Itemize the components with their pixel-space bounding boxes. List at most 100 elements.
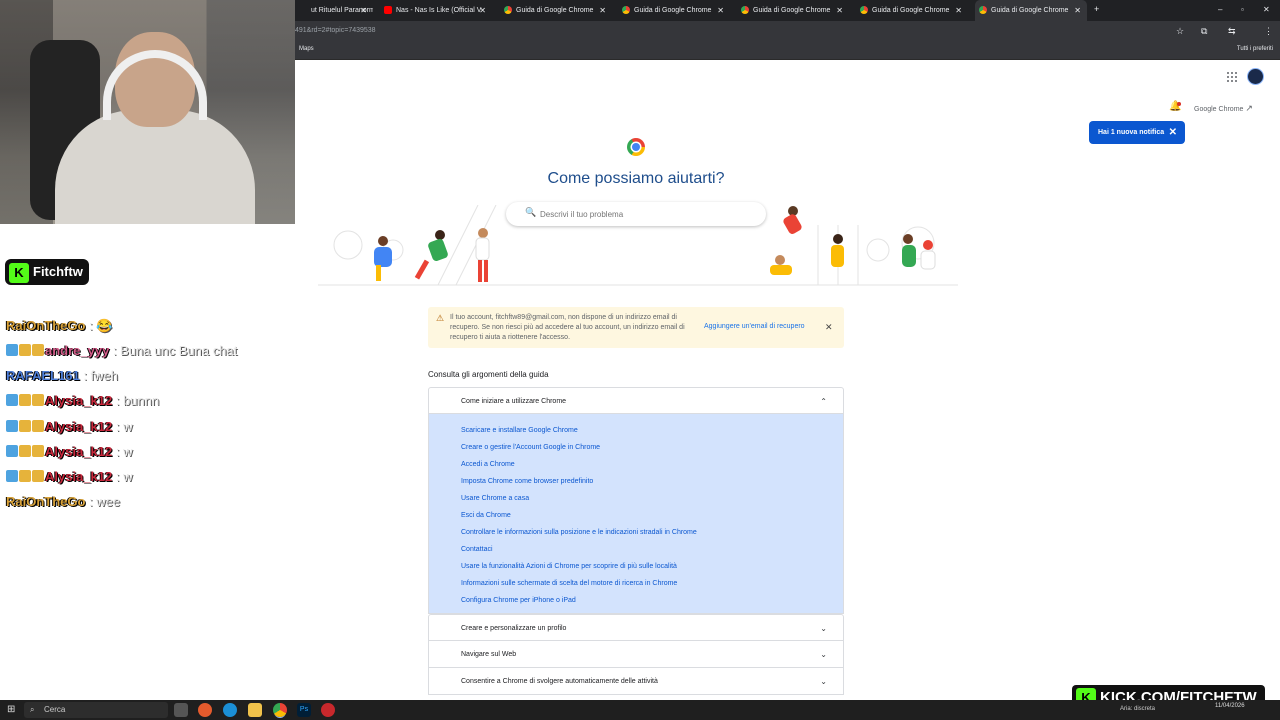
- close-window-icon[interactable]: ✕: [1263, 5, 1270, 14]
- task-view-icon[interactable]: [174, 703, 188, 717]
- chat-badge-icon: [19, 420, 31, 432]
- notification-bell-icon[interactable]: 🔔: [1169, 101, 1181, 113]
- close-tab-icon[interactable]: ✕: [360, 0, 367, 21]
- streamer-name: Fitchftw: [33, 264, 83, 279]
- browser-tab[interactable]: Guida di Google Chrome ✕: [975, 0, 1087, 21]
- chat-badge-icon: [6, 394, 18, 406]
- close-tab-icon[interactable]: ✕: [836, 0, 843, 21]
- chat-badge-icon: [19, 344, 31, 356]
- file-explorer-icon[interactable]: [248, 703, 262, 717]
- chat-username: RAFAEL161: [6, 368, 80, 383]
- apps-grid-icon[interactable]: [1227, 72, 1237, 82]
- extensions-icon[interactable]: ⧉: [1201, 26, 1207, 37]
- google-favicon-icon: [741, 6, 749, 14]
- new-tab-icon[interactable]: +: [1094, 4, 1099, 14]
- chevron-down-icon: ⌄: [820, 624, 827, 633]
- topic-subitem-link[interactable]: Controllare le informazioni sulla posizi…: [429, 524, 843, 541]
- topic-getting-started[interactable]: Come iniziare a utilizzare Chrome ⌃: [428, 387, 844, 414]
- search-icon: ⌕: [30, 705, 35, 714]
- topic-collapsed[interactable]: Creare e personalizzare un profilo ⌄: [428, 614, 844, 641]
- tab-title: Guida di Google Chrome: [753, 7, 831, 14]
- dismiss-alert-icon[interactable]: ✕: [825, 322, 833, 333]
- all-bookmarks[interactable]: Tutti i preferiti: [1237, 46, 1273, 52]
- chat-badge-icon: [32, 470, 44, 482]
- edge-icon[interactable]: [223, 703, 237, 717]
- obs-icon[interactable]: [321, 703, 335, 717]
- browser-tab[interactable]: Guida di Google Chrome ✕: [856, 0, 968, 21]
- chat-badge-icon: [6, 344, 18, 356]
- photoshop-icon[interactable]: Ps: [297, 703, 311, 717]
- chat-username: Alysia_k12: [45, 393, 113, 408]
- chat-username: Alysia_k12: [45, 444, 113, 459]
- address-bar[interactable]: [295, 21, 1280, 41]
- streamer-tag: K Fitchftw: [5, 259, 89, 285]
- chat-message: Alysia_k12 : bunnn: [6, 391, 159, 411]
- tab-search-icon[interactable]: ⇆: [1228, 26, 1236, 37]
- topic-subitem-link[interactable]: Imposta Chrome come browser predefinito: [429, 473, 843, 490]
- close-notification-icon[interactable]: ✕: [1169, 121, 1177, 144]
- chat-message: RAFAEL161 : fweh: [6, 368, 119, 383]
- chat-username: Alysia_k12: [45, 419, 113, 434]
- tab-title: Guida di Google Chrome: [991, 7, 1069, 14]
- page-title: Come possiamo aiutarti?: [547, 170, 725, 187]
- bookmark-maps[interactable]: Maps: [299, 46, 314, 52]
- chat-text: wee: [96, 494, 121, 509]
- google-favicon-icon: [504, 6, 512, 14]
- system-date[interactable]: 11/04/2026: [1215, 703, 1245, 710]
- taskbar: [0, 700, 1280, 720]
- chat-message: Alysia_k12 : w: [6, 417, 132, 437]
- close-tab-icon[interactable]: ✕: [1074, 0, 1081, 21]
- menu-icon[interactable]: ⋮: [1264, 26, 1273, 37]
- kick-logo-icon: K: [9, 262, 29, 283]
- topic-subitem-link[interactable]: Creare o gestire l'Account Google in Chr…: [429, 439, 843, 456]
- product-link[interactable]: Google Chrome ↗: [1194, 103, 1253, 114]
- chat-badge-icon: [6, 445, 18, 457]
- minimize-icon[interactable]: –: [1218, 5, 1222, 14]
- topics-heading: Consulta gli argomenti della guida: [428, 370, 549, 379]
- browser-tab[interactable]: Nas - Nas Is Like (Official V ✕: [380, 0, 492, 21]
- notification-toast[interactable]: Hai 1 nuova notifica ✕: [1089, 121, 1185, 144]
- topic-subitem-link[interactable]: Accedi a Chrome: [429, 456, 843, 473]
- topic-label: Creare e personalizzare un profilo: [461, 625, 567, 632]
- avatar[interactable]: [1247, 68, 1264, 85]
- topic-subitem-link[interactable]: Informazioni sulle schermate di scelta d…: [429, 575, 843, 592]
- topic-collapsed[interactable]: Navigare sul Web ⌄: [428, 641, 844, 668]
- close-tab-icon[interactable]: ✕: [717, 0, 724, 21]
- topic-subitem-link[interactable]: Usare Chrome a casa: [429, 490, 843, 507]
- restore-icon[interactable]: ▫: [1241, 5, 1244, 14]
- firefox-icon[interactable]: [198, 703, 212, 717]
- chat-badge-icon: [19, 470, 31, 482]
- notification-text: Hai 1 nuova notifica: [1098, 129, 1165, 136]
- close-tab-icon[interactable]: ✕: [479, 0, 486, 21]
- add-recovery-email-link[interactable]: Aggiungere un'email di recupero: [704, 323, 805, 330]
- close-tab-icon[interactable]: ✕: [599, 0, 606, 21]
- topic-label: Come iniziare a utilizzare Chrome: [461, 398, 567, 405]
- chrome-taskbar-icon[interactable]: [273, 703, 287, 717]
- taskbar-search[interactable]: ⌕ Cerca: [24, 702, 168, 718]
- browser-tab[interactable]: Guida di Google Chrome ✕: [737, 0, 849, 21]
- tab-title: Guida di Google Chrome: [634, 7, 712, 14]
- topic-subitem-link[interactable]: Configura Chrome per iPhone o iPad: [429, 592, 843, 609]
- windows-start-icon[interactable]: ⊞: [7, 704, 15, 716]
- topic-subitem-link[interactable]: Esci da Chrome: [429, 507, 843, 524]
- url-text[interactable]: 491&rd=2#topic=7439538: [295, 21, 376, 41]
- chat-message: Alysia_k12 : w: [6, 442, 132, 462]
- browser-tab[interactable]: Guida di Google Chrome ✕: [500, 0, 612, 21]
- chat-username: RaiOnTheGo: [6, 318, 86, 333]
- topic-label: Consentire a Chrome di svolgere automati…: [461, 678, 658, 685]
- weather-text[interactable]: Aria: discreta: [1120, 706, 1155, 712]
- close-tab-icon[interactable]: ✕: [955, 0, 962, 21]
- chat-message: RaiOnTheGo : wee: [6, 494, 121, 509]
- tab-title: Guida di Google Chrome: [872, 7, 950, 14]
- chat-text: bunnn: [123, 393, 160, 408]
- chrome-logo-icon: [627, 138, 645, 156]
- browser-tab[interactable]: ut Rituelul Paranormal✕: [295, 0, 373, 21]
- topic-collapsed[interactable]: Consentire a Chrome di svolgere automati…: [428, 668, 844, 695]
- chevron-up-icon: ⌃: [820, 397, 827, 406]
- tab-title: Guida di Google Chrome: [516, 7, 594, 14]
- topic-subitem-link[interactable]: Usare la funzionalità Azioni di Chrome p…: [429, 558, 843, 575]
- browser-tab[interactable]: Guida di Google Chrome ✕: [618, 0, 730, 21]
- topic-subitem-link[interactable]: Contattaci: [429, 541, 843, 558]
- bookmark-star-icon[interactable]: ☆: [1176, 26, 1184, 37]
- topic-subitem-link[interactable]: Scaricare e installare Google Chrome: [429, 422, 843, 439]
